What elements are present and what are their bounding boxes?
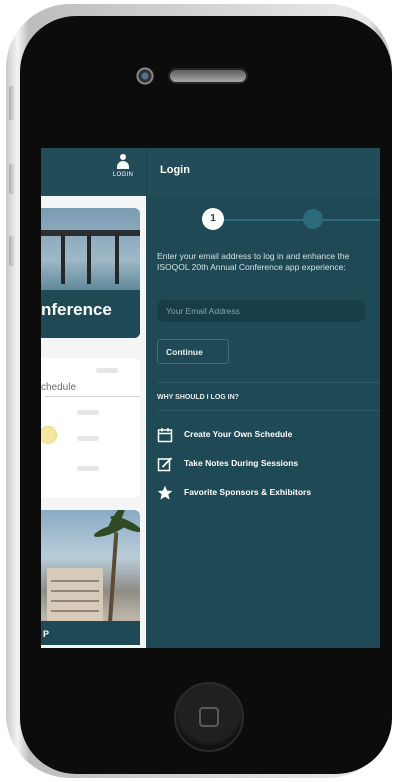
photo-label: P [43, 629, 50, 639]
window-row [51, 610, 99, 612]
star-icon [157, 485, 173, 500]
placeholder-line [77, 410, 99, 415]
why-login-heading: WHY SHOULD I LOG IN? [157, 394, 239, 401]
email-input[interactable] [157, 300, 365, 322]
step-2-indicator: 2 [303, 209, 323, 229]
home-square-icon [199, 707, 219, 727]
home-button[interactable] [174, 682, 244, 752]
background-app: LOGIN nference chedule P [41, 148, 146, 648]
pier-leg [87, 234, 91, 284]
placeholder-line [77, 436, 99, 441]
window-row [51, 580, 99, 582]
placeholder-line [96, 368, 118, 373]
edit-note-icon [157, 457, 173, 472]
placeholder-line [77, 466, 99, 471]
step-progress-line [221, 219, 380, 221]
section-divider [157, 410, 380, 411]
benefit-label: Create Your Own Schedule [184, 429, 293, 439]
highlight-icon [41, 426, 57, 444]
divider [45, 396, 140, 397]
front-camera [136, 67, 154, 85]
header-login-button[interactable]: LOGIN [108, 154, 138, 178]
conference-hero-card[interactable]: nference [41, 208, 140, 338]
app-screen: LOGIN nference chedule P Login 1 2 Enter… [41, 148, 380, 648]
hero-title: nference [41, 300, 112, 319]
login-panel: Login 1 2 Enter your email address to lo… [146, 148, 380, 648]
calendar-icon [157, 428, 173, 443]
login-intro-text: Enter your email address to log in and e… [157, 251, 350, 272]
login-header: Login [146, 148, 380, 196]
photo-band [41, 621, 140, 645]
mute-switch [9, 86, 15, 120]
venue-photo-card[interactable]: P [41, 510, 140, 645]
earpiece-speaker [168, 68, 248, 84]
hotel-building [47, 568, 103, 628]
background-app-header: LOGIN [41, 148, 146, 196]
volume-up-button [9, 164, 15, 194]
login-title: Login [160, 164, 190, 176]
volume-down-button [9, 236, 15, 266]
step-1-indicator: 1 [202, 208, 224, 230]
window-row [51, 600, 99, 602]
section-divider [157, 382, 380, 383]
benefit-label: Take Notes During Sessions [184, 458, 299, 468]
schedule-label: chedule [41, 382, 77, 393]
schedule-card[interactable]: chedule [41, 358, 140, 498]
window-row [51, 590, 99, 592]
palm-tree [107, 531, 119, 628]
user-icon [117, 154, 129, 170]
benefit-label: Favorite Sponsors & Exhibitors [184, 487, 312, 497]
pier-leg [115, 234, 119, 284]
header-login-label: LOGIN [112, 172, 134, 178]
pier-leg [61, 234, 65, 284]
continue-button[interactable]: Continue [157, 339, 229, 364]
